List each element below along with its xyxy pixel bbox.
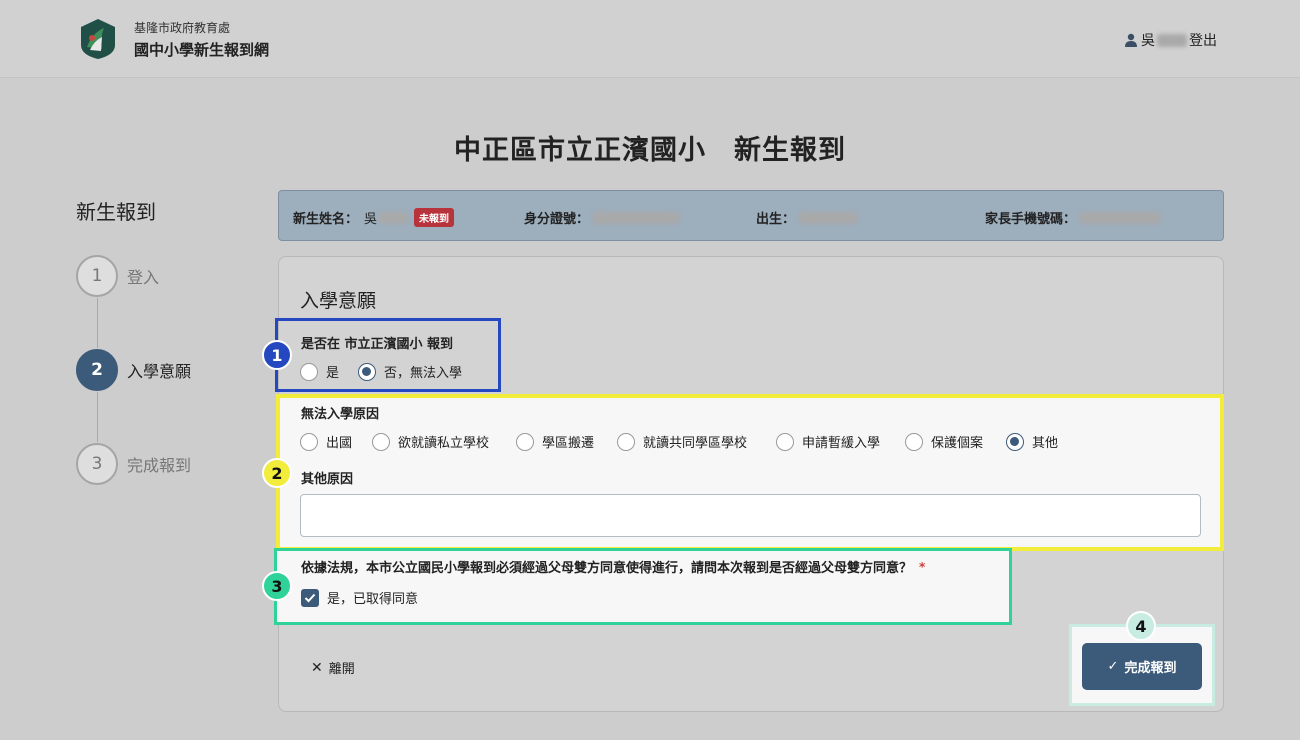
- check-icon: ✓: [1107, 659, 1119, 674]
- step-label: 完成報到: [127, 456, 192, 475]
- step-connector: [97, 298, 98, 348]
- step-label: 入學意願: [127, 362, 192, 381]
- complete-registration-button[interactable]: ✓ 完成報到: [1082, 643, 1202, 690]
- radio-button[interactable]: [372, 432, 390, 451]
- radio-label: 其他: [1032, 436, 1059, 451]
- radio-button[interactable]: [300, 432, 318, 451]
- page-title: 中正區市立正濱國小 新生報到: [454, 135, 846, 166]
- radio-reason-shared-district[interactable]: 就讀共同學區學校: [617, 432, 747, 451]
- radio-yes[interactable]: 是: [300, 362, 339, 381]
- radio-reason-deferral[interactable]: 申請暫緩入學: [776, 432, 880, 451]
- step-number: 3: [76, 443, 118, 485]
- radio-button[interactable]: [905, 432, 923, 451]
- q1-label: 是否在 市立正濱國小 報到: [301, 337, 454, 352]
- redacted-value: [593, 211, 680, 224]
- student-name-value: 吳: [364, 212, 378, 227]
- radio-no-cannot-enroll[interactable]: 否，無法入學: [358, 362, 462, 381]
- student-name-label: 新生姓名：: [293, 212, 359, 227]
- radio-button[interactable]: [516, 432, 534, 451]
- redacted-value: [799, 211, 858, 224]
- step-label: 登入: [127, 268, 160, 287]
- radio-reason-protection-case[interactable]: 保護個案: [905, 432, 983, 451]
- radio-label: 申請暫緩入學: [802, 436, 881, 451]
- annotation-badge-4: 4: [1126, 611, 1156, 641]
- student-name-field: 新生姓名： 吳 未報到: [293, 208, 455, 227]
- sidebar-title: 新生報到: [76, 200, 156, 224]
- user-surname: 吳: [1141, 33, 1155, 49]
- q2-label: 無法入學原因: [301, 407, 380, 422]
- annotation-badge-3: 3: [262, 571, 292, 601]
- radio-reason-moved[interactable]: 學區搬遷: [516, 432, 594, 451]
- radio-button[interactable]: [776, 432, 794, 451]
- leave-label: 離開: [328, 662, 355, 677]
- close-icon: ✕: [311, 659, 323, 676]
- org-name: 基隆市政府教育處: [134, 21, 231, 35]
- bureau-logo-icon: [81, 19, 115, 59]
- user-icon: [1125, 33, 1137, 47]
- redacted-value: [1080, 211, 1161, 224]
- radio-reason-abroad[interactable]: 出國: [300, 432, 352, 451]
- radio-button[interactable]: [300, 362, 318, 381]
- step-number: 2: [76, 349, 118, 391]
- check-icon: [304, 593, 316, 602]
- finish-label: 完成報到: [1124, 661, 1177, 676]
- step-number: 1: [76, 255, 118, 297]
- status-badge: 未報到: [414, 208, 455, 227]
- parental-consent-checkbox[interactable]: 是，已取得同意: [301, 588, 418, 607]
- q3-label-row: 依據法規，本市公立國民小學報到必須經過父母雙方同意使得進行，請問本次報到是否經過…: [301, 557, 926, 577]
- radio-label: 是: [326, 366, 340, 381]
- q3-label: 依據法規，本市公立國民小學報到必須經過父母雙方同意使得進行，請問本次報到是否經過…: [301, 561, 913, 576]
- birth-label: 出生：: [756, 212, 796, 227]
- parent-phone-label: 家長手機號碼：: [985, 212, 1077, 227]
- id-number-field: 身分證號：: [524, 208, 680, 227]
- birth-field: 出生：: [756, 208, 858, 227]
- step-enrollment-intent: 2 入學意願: [76, 348, 226, 392]
- redacted-name: [1157, 33, 1187, 47]
- radio-reason-other[interactable]: 其他: [1006, 432, 1058, 451]
- radio-label: 就讀共同學區學校: [643, 436, 748, 451]
- radio-label: 學區搬遷: [542, 436, 595, 451]
- checkbox-label: 是，已取得同意: [327, 592, 419, 607]
- radio-button-selected[interactable]: [358, 362, 376, 381]
- radio-label: 保護個案: [931, 436, 984, 451]
- other-reason-input[interactable]: [300, 494, 1201, 537]
- radio-reason-private-school[interactable]: 欲就讀私立學校: [372, 432, 489, 451]
- redacted-value: [379, 211, 408, 224]
- logout-label: 登出: [1189, 33, 1217, 49]
- step-complete: 3 完成報到: [76, 442, 226, 486]
- id-number-label: 身分證號：: [524, 212, 590, 227]
- site-name: 國中小學新生報到網: [134, 41, 270, 59]
- radio-label: 否，無法入學: [384, 366, 463, 381]
- top-header: 基隆市政府教育處 國中小學新生報到網 吳 登出: [0, 0, 1300, 78]
- annotation-badge-2: 2: [262, 458, 292, 488]
- required-mark: *: [919, 559, 926, 574]
- radio-button-selected[interactable]: [1006, 432, 1024, 451]
- step-login: 1 登入: [76, 254, 226, 298]
- radio-label: 欲就讀私立學校: [398, 436, 490, 451]
- checkbox-checked[interactable]: [301, 588, 319, 607]
- radio-label: 出國: [326, 436, 353, 451]
- leave-button[interactable]: ✕ 離開: [311, 658, 355, 678]
- other-reason-label: 其他原因: [301, 472, 354, 487]
- radio-button[interactable]: [617, 432, 635, 451]
- step-connector: [97, 392, 98, 442]
- annotation-badge-1: 1: [262, 340, 292, 370]
- section-title: 入學意願: [300, 290, 377, 312]
- student-info-bar: 新生姓名： 吳 未報到 身分證號： 出生： 家長手機號碼：: [278, 190, 1224, 241]
- parent-phone-field: 家長手機號碼：: [985, 208, 1161, 227]
- user-logout-link[interactable]: 吳 登出: [1124, 30, 1217, 50]
